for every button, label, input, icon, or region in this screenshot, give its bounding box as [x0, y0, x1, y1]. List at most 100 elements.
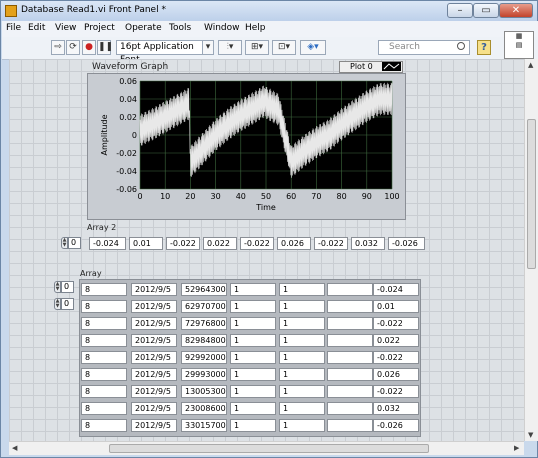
array-cell[interactable]: 2012/9/5	[131, 385, 177, 398]
align-objects-icon[interactable]: ⫶▾	[218, 40, 242, 55]
menu-view[interactable]: View	[55, 23, 76, 33]
array-cell[interactable]: 1	[279, 402, 325, 415]
abort-icon[interactable]: ●	[82, 40, 96, 55]
array-cell[interactable]: 8	[81, 317, 127, 330]
array2-cell[interactable]: -0.022	[314, 237, 348, 250]
array-cell[interactable]: 1	[230, 385, 276, 398]
array-cell[interactable]: 1	[230, 368, 276, 381]
search-input[interactable]: Search	[378, 40, 470, 55]
array2-cell[interactable]: -0.026	[388, 237, 425, 250]
array-cell[interactable]: 2012/9/5	[131, 419, 177, 432]
array-cell[interactable]: 1	[230, 300, 276, 313]
array-cell[interactable]: 8	[81, 283, 127, 296]
scroll-right-icon[interactable]: ▶	[514, 444, 519, 452]
array-cell[interactable]: -0.022	[373, 385, 419, 398]
array-cell[interactable]: 8	[81, 419, 127, 432]
array-cell[interactable]: 33015700	[181, 419, 227, 432]
array-cell[interactable]: 0.026	[373, 368, 419, 381]
array-cell[interactable]: -0.022	[373, 317, 419, 330]
array-cell[interactable]: 0.022	[373, 334, 419, 347]
array2-cell[interactable]: 0.022	[203, 237, 237, 250]
array-cell[interactable]: 92992000	[181, 351, 227, 364]
array-cell[interactable]: 1	[230, 317, 276, 330]
array-cell[interactable]: -0.024	[373, 283, 419, 296]
array2-cell[interactable]: -0.024	[89, 237, 126, 250]
array-cell[interactable]: 1	[279, 317, 325, 330]
array-cell[interactable]: 8	[81, 385, 127, 398]
array-cell[interactable]: -0.026	[373, 419, 419, 432]
array-cell[interactable]: 62970700	[181, 300, 227, 313]
array-cell[interactable]: 2012/9/5	[131, 283, 177, 296]
chevron-down-icon[interactable]: ▾	[202, 40, 214, 55]
title-bar[interactable]: Database Read1.vi Front Panel * – ▭ ✕	[1, 1, 537, 21]
vertical-scroll-thumb[interactable]	[527, 119, 536, 269]
array-cell[interactable]: 1	[279, 334, 325, 347]
font-select[interactable]: 16pt Application Font	[116, 40, 214, 65]
array-row-index-spinner[interactable]: ▲ ▼	[54, 281, 61, 293]
array2-index[interactable]: 0	[68, 237, 81, 249]
menu-tools[interactable]: Tools	[169, 23, 191, 33]
array-cell[interactable]: 2012/9/5	[131, 368, 177, 381]
scroll-down-icon[interactable]: ▼	[528, 431, 533, 439]
array2-cell[interactable]: 0.032	[351, 237, 385, 250]
array-cell[interactable]: 2012/9/5	[131, 351, 177, 364]
array-cell[interactable]: 1	[279, 368, 325, 381]
menu-project[interactable]: Project	[84, 23, 115, 33]
menu-operate[interactable]: Operate	[125, 23, 162, 33]
array-cell[interactable]: 52964300	[181, 283, 227, 296]
menu-edit[interactable]: Edit	[28, 23, 45, 33]
scroll-up-icon[interactable]: ▲	[528, 61, 533, 69]
array-col-index-spinner[interactable]: ▲ ▼	[54, 298, 61, 310]
array2-cell[interactable]: -0.022	[240, 237, 274, 250]
array2-cell[interactable]: 0.01	[129, 237, 163, 250]
minimize-button[interactable]: –	[447, 3, 473, 18]
vi-connector-icon[interactable]: ▦ ▤	[504, 31, 534, 59]
array-cell[interactable]: 8	[81, 351, 127, 364]
array-cell[interactable]: 2012/9/5	[131, 300, 177, 313]
array-cell[interactable]: 2012/9/5	[131, 317, 177, 330]
array-cell[interactable]: 23008600	[181, 402, 227, 415]
array-cell[interactable]: 2012/9/5	[131, 334, 177, 347]
array-cell[interactable]	[327, 419, 373, 432]
array-cell[interactable]: -0.022	[373, 351, 419, 364]
array-cell[interactable]	[327, 402, 373, 415]
help-icon[interactable]: ?	[477, 40, 491, 55]
array-cell[interactable]: 2012/9/5	[131, 402, 177, 415]
run-arrow-icon[interactable]: ⇨	[51, 40, 65, 55]
scroll-left-icon[interactable]: ◀	[12, 444, 17, 452]
array-cell[interactable]: 0.01	[373, 300, 419, 313]
array2-index-spinner[interactable]: ▲ ▼	[61, 237, 68, 249]
array-cell[interactable]: 8	[81, 334, 127, 347]
array-cell[interactable]	[327, 317, 373, 330]
pause-icon[interactable]: ❚❚	[97, 40, 113, 55]
array-cell[interactable]: 72976800	[181, 317, 227, 330]
array-cell[interactable]: 8	[81, 300, 127, 313]
array-cell[interactable]	[327, 300, 373, 313]
array-cell[interactable]: 1	[279, 385, 325, 398]
array-cell[interactable]: 1	[279, 419, 325, 432]
array2-cell[interactable]: 0.026	[277, 237, 311, 250]
array-cell[interactable]: 29993000	[181, 368, 227, 381]
menu-help[interactable]: Help	[245, 23, 266, 33]
run-continuously-icon[interactable]: ⟳	[66, 40, 80, 55]
array-cell[interactable]: 1	[279, 351, 325, 364]
waveform-graph-plot[interactable]: 0 10 20 30 40 50 60 70 80 90 100 -0.06 -0.04 -0.02 0 0.…	[87, 73, 406, 220]
array-cell[interactable]: 0.032	[373, 402, 419, 415]
array-cell[interactable]	[327, 351, 373, 364]
array-col-index[interactable]: 0	[61, 298, 74, 310]
horizontal-scrollbar[interactable]: ◀ ▶	[9, 441, 524, 455]
array-cell[interactable]: 8	[81, 402, 127, 415]
search-icon[interactable]	[457, 42, 465, 50]
horizontal-scroll-thumb[interactable]	[109, 444, 429, 453]
array-cell[interactable]: 1	[230, 334, 276, 347]
maximize-button[interactable]: ▭	[473, 3, 499, 18]
array-cell[interactable]: 8	[81, 368, 127, 381]
distribute-objects-icon[interactable]: ⊞▾	[245, 40, 269, 55]
array-cell[interactable]: 1	[279, 300, 325, 313]
menu-file[interactable]: File	[6, 23, 21, 33]
array-cell[interactable]: 1	[230, 283, 276, 296]
array-cell[interactable]: 1	[230, 351, 276, 364]
array-cell[interactable]	[327, 283, 373, 296]
plot-legend-swatch[interactable]	[382, 62, 401, 71]
array-row-index[interactable]: 0	[61, 281, 74, 293]
